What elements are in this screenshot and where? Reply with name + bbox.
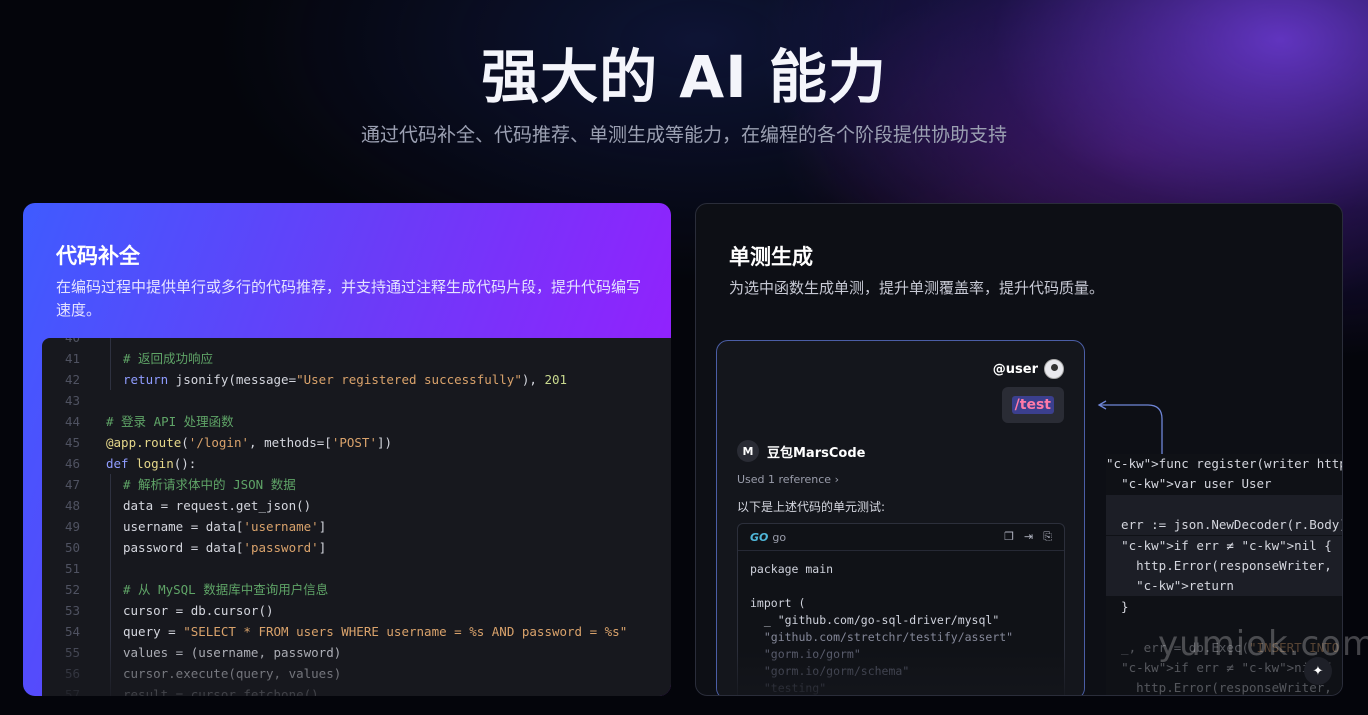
- indent-guide: [110, 537, 111, 558]
- code-text: # 解析请求体中的 JSON 数据: [123, 477, 296, 492]
- go-code-line: package main: [750, 562, 834, 576]
- code-language: go: [772, 530, 787, 544]
- code-line: 52 # 从 MySQL 数据库中查询用户信息: [42, 579, 671, 600]
- watermark: yumiok.com: [1158, 624, 1368, 664]
- copy-icon[interactable]: ❐: [1004, 530, 1014, 544]
- func-code-line: "c-kw">func register(writer http.Respon: [1106, 456, 1342, 471]
- code-line: 51: [42, 558, 671, 579]
- editor-fade: [42, 638, 671, 696]
- line-number: 48: [64, 498, 80, 513]
- reference-label: Used 1 reference: [737, 473, 832, 486]
- card-title: 代码补全: [56, 244, 140, 268]
- line-number: 49: [64, 519, 80, 534]
- test-command-chip[interactable]: /test: [1001, 387, 1064, 423]
- func-code-line: }: [1106, 598, 1129, 614]
- chat-panel: @user /test M 豆包MarsCode Used 1 referenc…: [716, 340, 1085, 695]
- go-code-line: import (: [750, 596, 806, 610]
- user-name: @user: [992, 361, 1038, 377]
- code-line: 50 password = data['password']: [42, 537, 671, 558]
- line-number: 45: [64, 435, 80, 450]
- indent-guide: [110, 579, 111, 600]
- code-text: def login():: [106, 456, 197, 471]
- func-code-line: [1106, 617, 1114, 637]
- func-code-line: "c-kw">return: [1136, 578, 1234, 594]
- indent-guide: [110, 369, 111, 390]
- code-line: 49 username = data['username']: [42, 516, 671, 537]
- code-text: @app.route('/login', methods=['POST']): [106, 435, 393, 450]
- line-number: 51: [64, 561, 80, 576]
- chat-fade: [717, 649, 1084, 695]
- code-line: 47 # 解析请求体中的 JSON 数据: [42, 474, 671, 495]
- indent-guide: [110, 558, 111, 579]
- card-description: 在编码过程中提供单行或多行的代码推荐，并支持通过注释生成代码片段，提升代码编写速…: [56, 278, 642, 319]
- func-code-line: http.Error(responseWriter,: [1106, 558, 1332, 573]
- code-line: 40: [42, 338, 671, 348]
- hero-title: 强大的 AI 能力: [481, 43, 887, 111]
- code-completion-card: 代码补全 在编码过程中提供单行或多行的代码推荐，并支持通过注释生成代码片段，提升…: [23, 203, 671, 696]
- indent-guide: [110, 600, 111, 621]
- marscode-logo-icon: M: [737, 440, 759, 462]
- code-text: # 登录 API 处理函数: [106, 414, 234, 429]
- code-block-header: GO go ❐ ⇥ ⎘: [738, 524, 1064, 551]
- line-number: 43: [64, 393, 80, 408]
- code-editor: 40 41 # 返回成功响应 42 return jsonify(message="Us…: [42, 338, 671, 696]
- code-line: 41 # 返回成功响应: [42, 348, 671, 369]
- func-code-line: err := json.NewDecoder(r.Body): [1106, 517, 1343, 533]
- code-line: 42 return jsonify(message="User registere…: [42, 369, 671, 390]
- new-file-icon[interactable]: ⎘: [1043, 530, 1052, 544]
- hero-subtitle: 通过代码补全、代码推荐、单测生成等能力，在编程的各个阶段提供协助支持: [360, 124, 1007, 146]
- line-number: 41: [64, 351, 80, 366]
- code-line: 43: [42, 390, 671, 411]
- line-number: 42: [64, 372, 80, 387]
- func-code-line: "c-kw">var user User: [1121, 476, 1272, 492]
- line-number: 46: [64, 456, 80, 471]
- line-number: 47: [64, 477, 80, 492]
- code-text: # 返回成功响应: [123, 351, 214, 366]
- go-logo-icon: GO: [750, 530, 769, 544]
- code-text: cursor = db.cursor(): [123, 603, 274, 618]
- code-text: username = data['username']: [123, 519, 327, 534]
- line-number: 40: [50, 338, 80, 348]
- chevron-right-icon: ›: [834, 473, 839, 486]
- insert-icon[interactable]: ⇥: [1024, 530, 1033, 544]
- reference-link[interactable]: Used 1 reference ›: [737, 473, 839, 486]
- indent-guide: [110, 348, 111, 369]
- user-row: @user: [993, 359, 1064, 379]
- go-code-line: _ "github.com/go-sql-driver/mysql": [750, 613, 1000, 627]
- indent-guide: [110, 338, 111, 348]
- unit-test-card: 单测生成 为选中函数生成单测，提升单测覆盖率，提升代码质量。 @user /te…: [695, 203, 1343, 696]
- code-line: 44 # 登录 API 处理函数: [42, 411, 671, 432]
- code-text: return jsonify(message="User registered …: [123, 372, 568, 387]
- go-code-line: "github.com/stretchr/testify/assert": [750, 630, 1014, 644]
- code-text: data = request.get_json(): [123, 498, 312, 513]
- code-line: 46 def login():: [42, 453, 671, 474]
- bot-name: 豆包MarsCode: [767, 445, 866, 461]
- code-line: 48 data = request.get_json(): [42, 495, 671, 516]
- code-line: 45 @app.route('/login', methods=['POST']): [42, 432, 671, 453]
- indent-guide: [110, 495, 111, 516]
- arrow-icon: [1097, 400, 1163, 455]
- line-number: 53: [64, 603, 80, 618]
- indent-guide: [110, 474, 111, 495]
- bot-row: M 豆包MarsCode: [737, 440, 865, 462]
- code-text: # 从 MySQL 数据库中查询用户信息: [123, 582, 329, 597]
- test-command: /test: [1011, 396, 1054, 414]
- answer-text: 以下是上述代码的单元测试:: [737, 500, 886, 514]
- code-line: 53 cursor = db.cursor(): [42, 600, 671, 621]
- avatar: [1044, 359, 1064, 379]
- card-description: 为选中函数生成单测，提升单测覆盖率，提升代码质量。: [729, 279, 1105, 297]
- card-title: 单测生成: [729, 245, 813, 269]
- go-code-line: [750, 578, 1052, 595]
- func-code-line: "c-kw">if err ≠ "c-kw">nil {: [1121, 537, 1332, 553]
- line-number: 52: [64, 582, 80, 597]
- line-number: 44: [64, 414, 80, 429]
- func-code-line: http.Error(responseWriter,: [1106, 680, 1332, 696]
- line-number: 50: [64, 540, 80, 555]
- indent-guide: [110, 516, 111, 537]
- selection-highlight: [1106, 494, 1342, 515]
- func-code-line: [1106, 495, 1114, 515]
- code-text: password = data['password']: [123, 540, 327, 555]
